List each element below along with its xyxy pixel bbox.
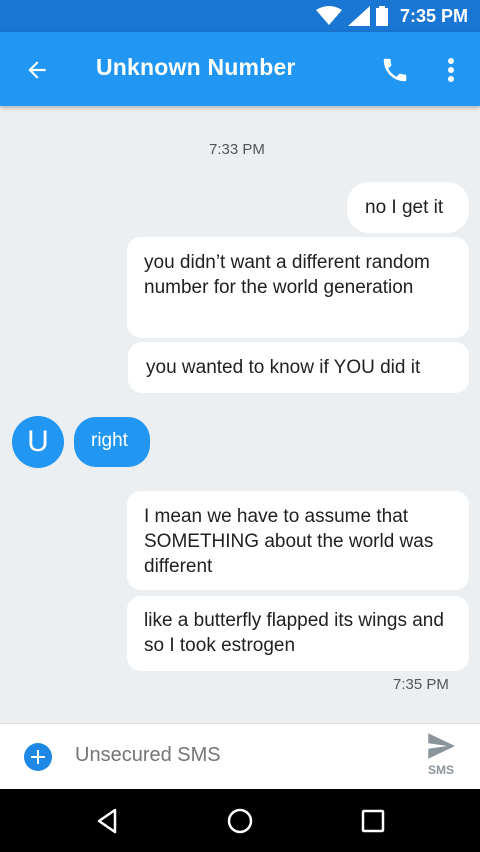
arrow-back-icon[interactable]	[24, 57, 50, 83]
avatar[interactable]: U	[12, 416, 64, 468]
timestamp-top: 7:33 PM	[209, 141, 265, 158]
timestamp-bottom: 7:35 PM	[393, 676, 449, 693]
message-bubble-outgoing[interactable]: no I get it	[347, 182, 469, 233]
plus-icon	[31, 750, 45, 764]
status-bar: 7:35 PM	[0, 0, 480, 32]
send-button[interactable]: SMS	[420, 732, 462, 782]
status-time: 7:35 PM	[399, 5, 468, 26]
message-bubble-outgoing[interactable]: like a butterfly flapped its wings and s…	[127, 596, 469, 671]
phone-icon[interactable]	[380, 55, 410, 85]
send-label: SMS	[427, 763, 454, 777]
more-vert-icon[interactable]	[440, 55, 462, 85]
wifi-icon	[315, 6, 342, 25]
send-icon	[428, 733, 455, 759]
add-attachment-button[interactable]	[24, 743, 52, 771]
status-icons: 7:35 PM	[315, 0, 468, 32]
conversation-title: Unknown Number	[96, 54, 296, 80]
system-navigation-bar	[0, 789, 480, 852]
cell-signal-icon	[347, 6, 370, 26]
message-bubble-outgoing[interactable]: I mean we have to assume that SOMETHING …	[127, 491, 469, 590]
home-nav-icon[interactable]	[224, 805, 256, 837]
battery-icon	[375, 6, 388, 26]
message-input[interactable]	[75, 744, 375, 767]
message-bubble-outgoing[interactable]: you wanted to know if YOU did it	[128, 342, 469, 393]
message-bubble-incoming[interactable]: right	[74, 417, 150, 467]
message-bubble-outgoing[interactable]: you didn’t want a different random numbe…	[127, 237, 469, 338]
recents-nav-icon[interactable]	[357, 805, 389, 837]
message-composer: SMS	[0, 723, 480, 790]
back-nav-icon[interactable]	[91, 805, 123, 837]
app-bar: Unknown Number	[0, 32, 480, 106]
